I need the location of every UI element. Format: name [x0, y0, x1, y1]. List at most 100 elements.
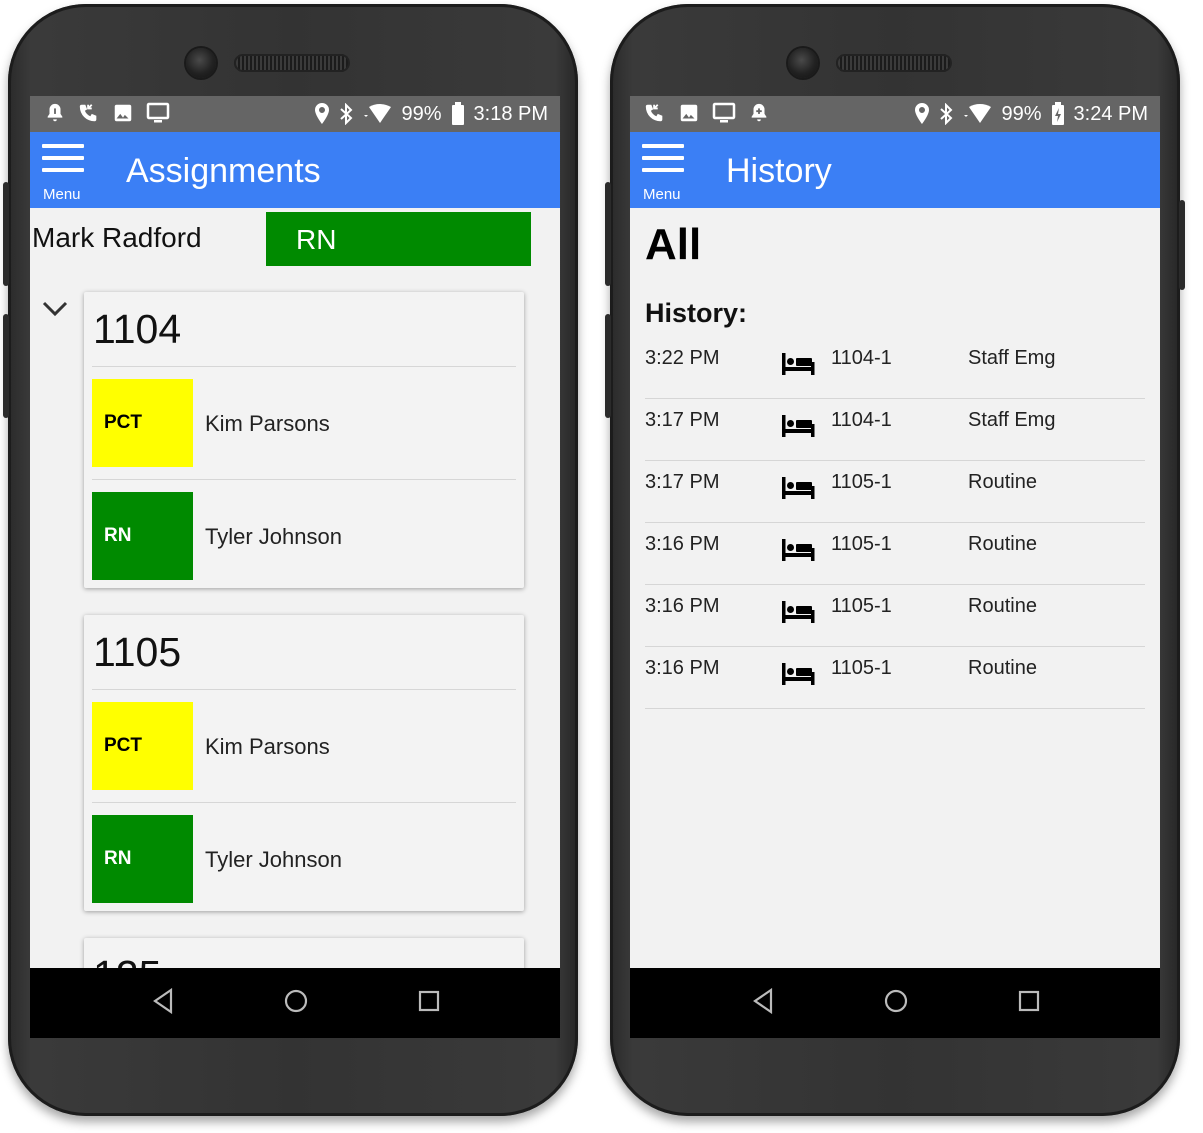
history-heading: History: [645, 298, 748, 328]
phone-call-icon [644, 102, 666, 124]
divider [92, 366, 516, 367]
bluetooth-icon [339, 103, 353, 125]
bell-icon [748, 102, 770, 124]
history-time: 3:22 PM [645, 347, 720, 369]
recents-icon[interactable] [1017, 988, 1041, 1019]
image-icon [112, 102, 134, 124]
history-type: Staff Emg [968, 347, 1056, 369]
earpiece-speaker [234, 54, 350, 72]
earpiece-speaker [836, 54, 952, 72]
menu-button[interactable]: Menu [42, 144, 88, 204]
history-room: 1104-1 [831, 347, 892, 369]
history-row[interactable]: 3:16 PM 1105-1 Routine [645, 585, 1145, 647]
front-camera [788, 48, 818, 78]
room-card-1105[interactable]: 1105 PCT Kim Parsons RN Tyler Johnson [84, 615, 524, 911]
room-number: 1105 [93, 629, 182, 675]
power-button [605, 314, 611, 418]
cast-icon [712, 102, 736, 124]
location-icon [914, 103, 930, 125]
bluetooth-icon [939, 103, 953, 125]
history-time: 3:16 PM [645, 595, 720, 617]
cast-icon [146, 102, 170, 124]
chevron-down-icon[interactable] [42, 301, 68, 322]
menu-button[interactable]: Menu [642, 144, 688, 204]
page-title: History [726, 152, 832, 190]
history-time: 3:16 PM [645, 533, 720, 555]
assignee-row[interactable]: PCT Kim Parsons [92, 702, 516, 790]
power-button [3, 314, 9, 418]
history-type: Routine [968, 533, 1037, 555]
role-tag-rn: RN [92, 815, 193, 903]
volume-button [605, 182, 611, 286]
page-title: Assignments [126, 152, 321, 190]
phone-call-icon [78, 102, 100, 124]
assignee-row[interactable]: PCT Kim Parsons [92, 379, 516, 467]
user-role-badge[interactable]: RN [266, 212, 531, 266]
history-type: Staff Emg [968, 409, 1056, 431]
history-row[interactable]: 3:17 PM 1105-1 Routine [645, 461, 1145, 523]
status-bar: 99% 3:18 PM [30, 96, 560, 132]
app-bar: Menu History [630, 132, 1160, 208]
bed-icon [781, 477, 815, 504]
recents-icon[interactable] [417, 988, 441, 1019]
back-icon[interactable] [152, 987, 174, 1019]
history-row[interactable]: 3:16 PM 1105-1 Routine [645, 647, 1145, 709]
phone-right: 99% 3:24 PM Menu History All History: 3:… [605, 4, 1185, 1116]
history-room: 1105-1 [831, 471, 892, 493]
divider [92, 479, 516, 480]
navigation-bar [30, 968, 560, 1038]
wifi-icon [962, 103, 992, 125]
image-icon [678, 102, 700, 124]
menu-icon [642, 144, 688, 172]
history-time: 3:17 PM [645, 471, 720, 493]
status-time: 3:24 PM [1073, 103, 1148, 125]
role-tag-rn: RN [92, 492, 193, 580]
history-row[interactable]: 3:17 PM 1104-1 Staff Emg [645, 399, 1145, 461]
back-icon[interactable] [752, 987, 774, 1019]
bed-icon [781, 539, 815, 566]
battery-icon [451, 102, 465, 126]
front-camera [186, 48, 216, 78]
side-button [1179, 200, 1185, 290]
history-time: 3:16 PM [645, 657, 720, 679]
menu-label: Menu [643, 186, 681, 203]
battery-charging-icon [1051, 102, 1065, 126]
role-tag-pct: PCT [92, 379, 193, 467]
role-tag-pct: PCT [92, 702, 193, 790]
assignments-screen: 99% 3:18 PM Menu Assignments Mark Radfor… [30, 96, 560, 1038]
history-room: 1105-1 [831, 533, 892, 555]
phone-left: 99% 3:18 PM Menu Assignments Mark Radfor… [3, 4, 578, 1116]
status-bar: 99% 3:24 PM [630, 96, 1160, 132]
history-type: Routine [968, 595, 1037, 617]
room-number: 1104 [93, 306, 182, 352]
battery-percent: 99% [401, 103, 442, 125]
bed-icon [781, 601, 815, 628]
wifi-icon [362, 103, 392, 125]
assignee-row[interactable]: RN Tyler Johnson [92, 492, 516, 580]
home-icon[interactable] [883, 988, 909, 1019]
bell-icon [44, 102, 66, 124]
assignee-name: Kim Parsons [205, 411, 330, 436]
history-time: 3:17 PM [645, 409, 720, 431]
assignee-name: Kim Parsons [205, 734, 330, 759]
history-row[interactable]: 3:22 PM 1104-1 Staff Emg [645, 337, 1145, 399]
location-icon [314, 103, 330, 125]
bed-icon [781, 415, 815, 442]
status-time: 3:18 PM [473, 103, 548, 125]
battery-percent: 99% [1001, 103, 1042, 125]
user-name: Mark Radford [32, 222, 202, 253]
menu-icon [42, 144, 88, 172]
assignee-row[interactable]: RN Tyler Johnson [92, 815, 516, 903]
history-room: 1105-1 [831, 657, 892, 679]
assignee-name: Tyler Johnson [205, 847, 342, 872]
bed-icon [781, 353, 815, 380]
menu-label: Menu [43, 186, 81, 203]
bed-icon [781, 663, 815, 690]
assignee-name: Tyler Johnson [205, 524, 342, 549]
user-row: Mark Radford RN [30, 208, 560, 266]
room-card-1104[interactable]: 1104 PCT Kim Parsons RN Tyler Johnson [84, 292, 524, 588]
filter-title: All [645, 220, 702, 269]
history-room: 1104-1 [831, 409, 892, 431]
home-icon[interactable] [283, 988, 309, 1019]
history-row[interactable]: 3:16 PM 1105-1 Routine [645, 523, 1145, 585]
